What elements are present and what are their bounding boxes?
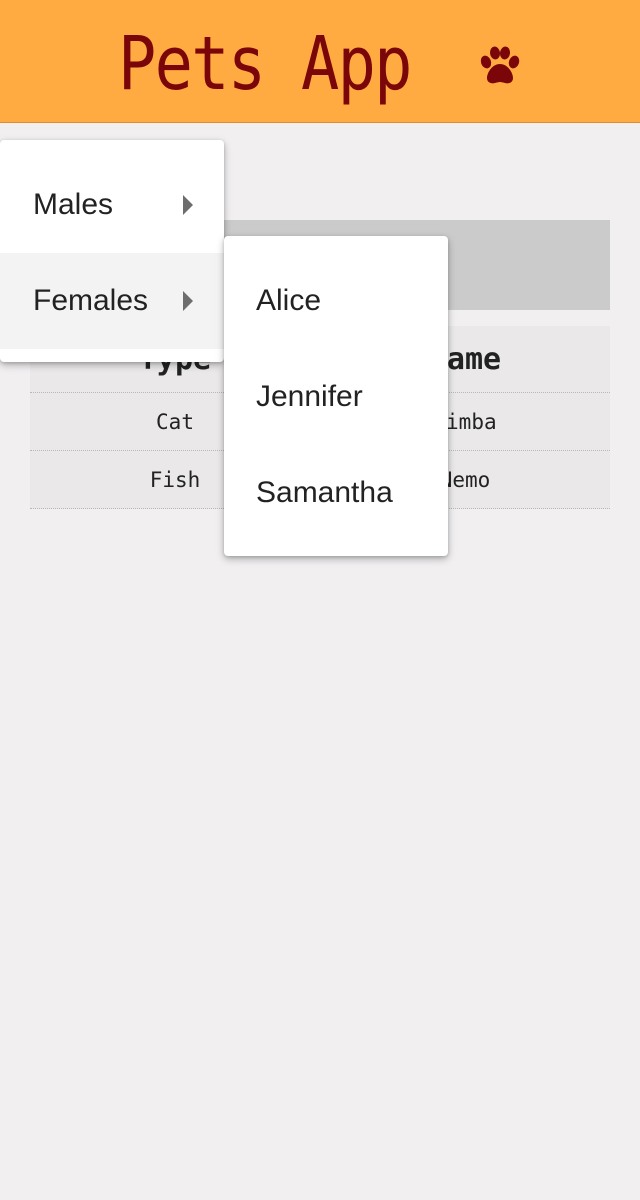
chevron-right-icon bbox=[183, 195, 193, 215]
chevron-right-icon bbox=[183, 291, 193, 311]
menu-item-label: Males bbox=[33, 188, 114, 221]
menu-item-males[interactable]: Males bbox=[0, 157, 224, 253]
submenu-item-samantha[interactable]: Samantha bbox=[224, 445, 448, 541]
app-title: Pets App bbox=[118, 21, 412, 107]
paw-icon bbox=[480, 46, 520, 84]
submenu-item-alice[interactable]: Alice bbox=[224, 253, 448, 349]
app-header: Pets App bbox=[0, 0, 640, 123]
menu-item-label: Females bbox=[33, 284, 149, 317]
submenu-item-jennifer[interactable]: Jennifer bbox=[224, 349, 448, 445]
females-submenu: Alice Jennifer Samantha bbox=[224, 236, 448, 556]
pets-menu: Males Females bbox=[0, 140, 224, 362]
menu-item-females[interactable]: Females bbox=[0, 253, 224, 349]
